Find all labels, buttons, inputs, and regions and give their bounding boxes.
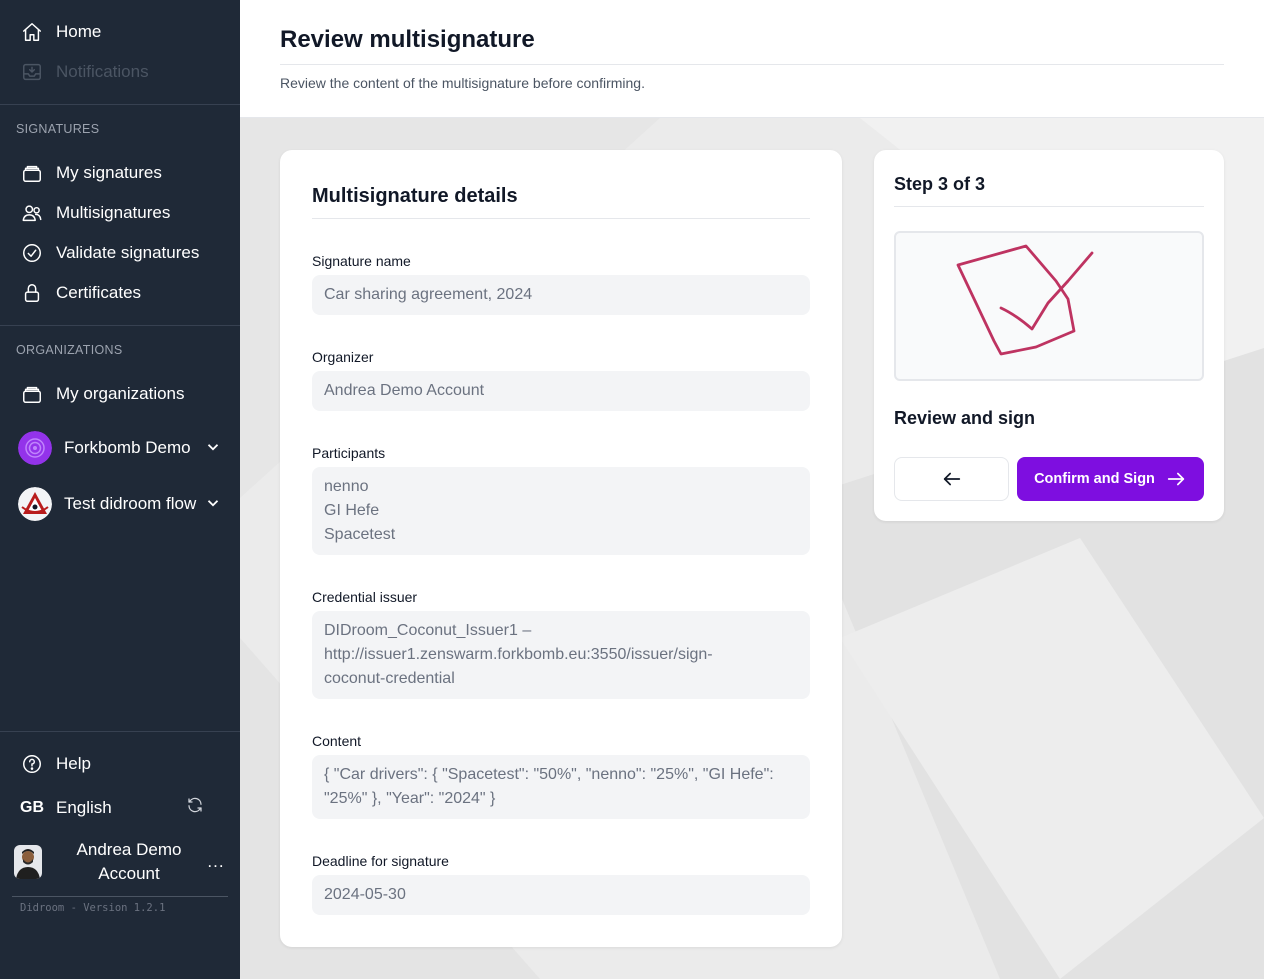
signature-name-label: Signature name xyxy=(312,253,411,269)
users-icon xyxy=(20,201,44,225)
content-line: { "Car drivers": { "Spacetest": "50%", "… xyxy=(324,766,774,783)
multisignature-details-card: Multisignature details Signature name Ca… xyxy=(280,150,842,947)
avatar xyxy=(14,845,42,879)
sidebar-item-home[interactable]: Home xyxy=(20,20,101,44)
card-divider xyxy=(894,206,1204,207)
confirm-label: Confirm and Sign xyxy=(1034,471,1155,487)
stack-icon xyxy=(20,161,44,185)
org-label: Test didroom flow xyxy=(64,494,197,513)
card-divider xyxy=(312,218,810,219)
stack-icon xyxy=(20,382,44,406)
sidebar-item-label: Certificates xyxy=(56,283,142,302)
credential-issuer-label: Credential issuer xyxy=(312,589,418,605)
page-header: Review multisignature Review the content… xyxy=(240,0,1264,118)
card-title: Multisignature details xyxy=(312,185,518,207)
review-sign-card: Step 3 of 3 Review and sign Confirm and … xyxy=(874,150,1224,521)
organizer-field: Andrea Demo Account xyxy=(312,371,810,411)
user-name-line2: Account xyxy=(98,864,160,883)
credential-issuer-line: http://issuer1.zenswarm.forkbomb.eu:3550… xyxy=(324,646,713,663)
org-avatar xyxy=(18,487,52,521)
organizer-label: Organizer xyxy=(312,349,374,365)
org-item-forkbomb-demo[interactable]: Forkbomb Demo xyxy=(18,430,224,466)
arrow-right-icon xyxy=(1167,472,1185,486)
credential-issuer-line: coconut-credential xyxy=(324,670,455,687)
deadline-label: Deadline for signature xyxy=(312,853,449,869)
chevron-down-icon[interactable] xyxy=(204,494,224,514)
sidebar-divider xyxy=(0,104,240,105)
sidebar-item-label: Multisignatures xyxy=(56,203,171,222)
sidebar-item-label: Home xyxy=(56,22,102,41)
sidebar-divider xyxy=(12,896,228,897)
signature-preview xyxy=(894,231,1204,381)
signature-name-field: Car sharing agreement, 2024 xyxy=(312,275,810,315)
refresh-icon[interactable] xyxy=(186,796,206,816)
user-name-line1: Andrea Demo xyxy=(76,840,182,859)
sidebar-item-certificates[interactable]: Certificates xyxy=(20,281,141,305)
version-label: Didroom - Version 1.2.1 xyxy=(20,902,166,914)
sidebar-item-label: Help xyxy=(56,754,91,773)
sidebar-item-help[interactable]: Help xyxy=(20,752,91,776)
participant-item: GI Hefe xyxy=(324,502,380,519)
sidebar-item-my-organizations[interactable]: My organizations xyxy=(20,382,185,406)
participants-label: Participants xyxy=(312,445,386,461)
participant-item: Spacetest xyxy=(324,526,396,543)
page-subtitle: Review the content of the multisignature… xyxy=(280,75,645,91)
chevron-down-icon[interactable] xyxy=(204,438,224,458)
check-circle-icon xyxy=(20,241,44,265)
section-label-organizations: ORGANIZATIONS xyxy=(16,343,123,357)
header-divider xyxy=(280,64,1224,65)
deadline-field: 2024-05-30 xyxy=(312,875,810,915)
arrow-left-icon xyxy=(943,472,960,486)
user-profile[interactable]: Andrea Demo Account ... xyxy=(14,838,226,886)
org-label: Forkbomb Demo xyxy=(64,438,191,457)
confirm-and-sign-button[interactable]: Confirm and Sign xyxy=(1017,457,1204,501)
content-label: Content xyxy=(312,733,362,749)
participants-field: nenno GI Hefe Spacetest xyxy=(312,467,810,555)
sidebar-divider xyxy=(0,731,240,732)
inbox-icon xyxy=(20,60,44,84)
content-line: "25%" }, "Year": "2024" } xyxy=(324,790,496,807)
home-icon xyxy=(20,20,44,44)
sidebar-item-my-signatures[interactable]: My signatures xyxy=(20,161,162,185)
user-name: Andrea Demo Account xyxy=(52,838,206,886)
help-icon xyxy=(20,752,44,776)
sidebar-item-multisignatures[interactable]: Multisignatures xyxy=(20,201,170,225)
step-indicator: Step 3 of 3 xyxy=(894,174,986,194)
content-field: { "Car drivers": { "Spacetest": "50%", "… xyxy=(312,755,810,819)
language-code: GB xyxy=(20,799,44,816)
page-title: Review multisignature xyxy=(280,26,535,53)
language-selector[interactable]: GB English xyxy=(20,796,226,820)
sidebar-item-label: Notifications xyxy=(56,62,149,81)
signature-drawing xyxy=(956,244,1094,356)
sidebar: Home Notifications SIGNATURES My signatu… xyxy=(0,0,240,979)
credential-issuer-field: DIDroom_Coconut_Issuer1 – http://issuer1… xyxy=(312,611,810,699)
sidebar-item-validate-signatures[interactable]: Validate signatures xyxy=(20,241,199,265)
sidebar-item-label: My signatures xyxy=(56,163,162,182)
section-label-signatures: SIGNATURES xyxy=(16,122,100,136)
review-title: Review and sign xyxy=(894,408,1036,428)
sidebar-item-notifications[interactable]: Notifications xyxy=(20,60,149,84)
sidebar-divider xyxy=(0,325,240,326)
credential-issuer-line: DIDroom_Coconut_Issuer1 – xyxy=(324,622,532,639)
user-menu-button[interactable]: ... xyxy=(206,852,226,872)
lock-icon xyxy=(20,281,44,305)
org-avatar xyxy=(18,431,52,465)
org-item-test-didroom-flow[interactable]: Test didroom flow xyxy=(18,486,224,522)
back-button[interactable] xyxy=(894,457,1009,501)
participant-item: nenno xyxy=(324,478,369,495)
language-label: English xyxy=(56,798,112,817)
sidebar-item-label: Validate signatures xyxy=(56,243,200,262)
sidebar-item-label: My organizations xyxy=(56,384,185,403)
